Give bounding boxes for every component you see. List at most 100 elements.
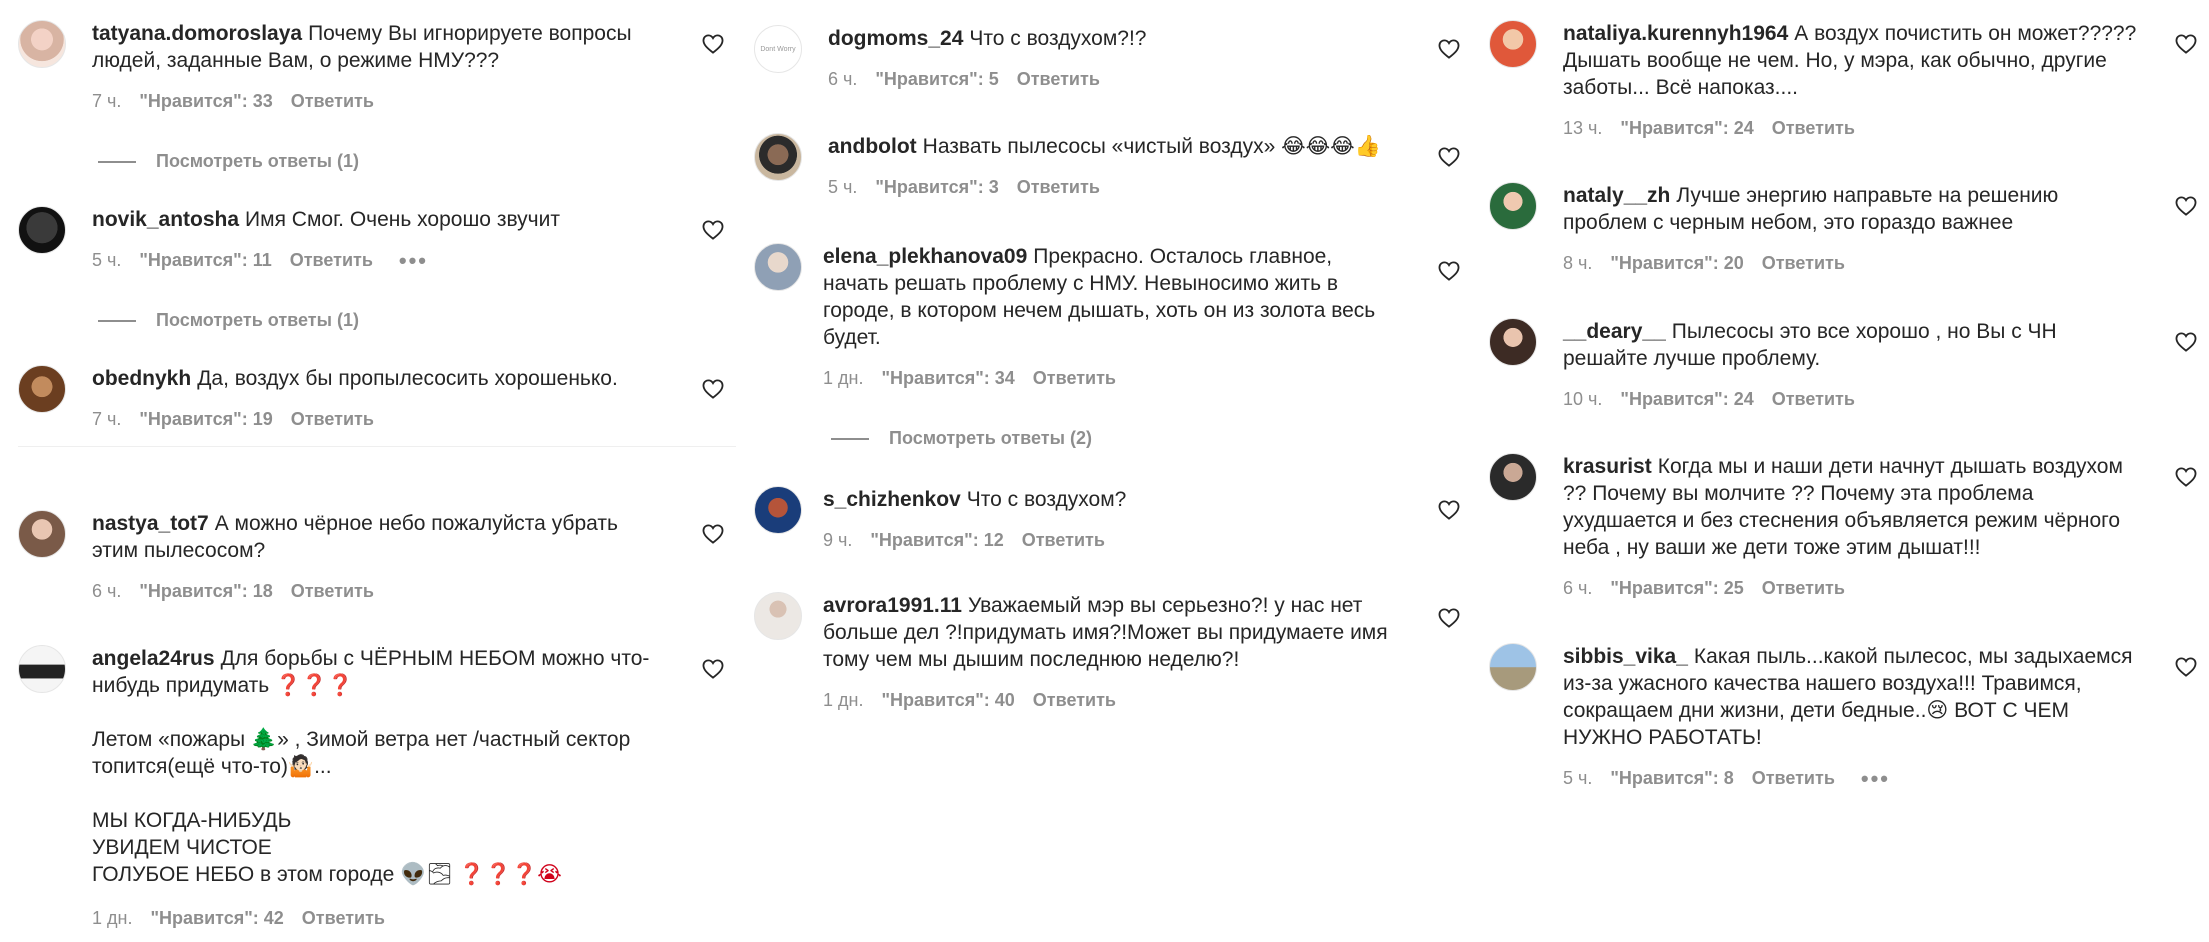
avatar[interactable] — [18, 645, 66, 693]
likes-count[interactable]: "Нравится": 5 — [875, 69, 998, 90]
like-heart-icon[interactable] — [2175, 467, 2197, 487]
like-heart-icon[interactable] — [2175, 196, 2197, 216]
comment-username[interactable]: obednykh — [92, 367, 191, 390]
comment-time[interactable]: 6 ч. — [828, 69, 857, 90]
likes-count[interactable]: "Нравится": 34 — [881, 368, 1014, 389]
like-heart-icon[interactable] — [702, 659, 724, 679]
likes-count[interactable]: "Нравится": 20 — [1610, 253, 1743, 274]
question-marks: ❓❓❓ — [275, 674, 354, 697]
likes-count[interactable]: "Нравится": 42 — [150, 908, 283, 929]
reply-button[interactable]: Ответить — [1022, 530, 1105, 551]
comment-username[interactable]: andbolot — [828, 135, 917, 158]
comment-time[interactable]: 8 ч. — [1563, 253, 1592, 274]
reply-button[interactable]: Ответить — [1033, 690, 1116, 711]
comment-username[interactable]: sibbis_vika_ — [1563, 645, 1688, 668]
reply-button[interactable]: Ответить — [1752, 768, 1835, 789]
comment-time[interactable]: 10 ч. — [1563, 389, 1602, 410]
question-marks: ❓❓❓😭 — [458, 863, 562, 886]
like-heart-icon[interactable] — [1438, 39, 1460, 59]
reply-button[interactable]: Ответить — [1762, 578, 1845, 599]
comment-username[interactable]: tatyana.domoroslaya — [92, 22, 302, 45]
reply-button[interactable]: Ответить — [290, 250, 373, 271]
avatar[interactable] — [1489, 182, 1537, 230]
reply-button[interactable]: Ответить — [291, 91, 374, 112]
likes-count[interactable]: "Нравится": 25 — [1610, 578, 1743, 599]
avatar[interactable] — [18, 20, 66, 68]
comment-time[interactable]: 5 ч. — [1563, 768, 1592, 789]
comment-username[interactable]: nataly__zh — [1563, 184, 1670, 207]
comment-time[interactable]: 5 ч. — [92, 250, 121, 271]
comment-time[interactable]: 1 дн. — [823, 368, 863, 389]
reply-button[interactable]: Ответить — [1017, 177, 1100, 198]
reply-button[interactable]: Ответить — [1762, 253, 1845, 274]
like-heart-icon[interactable] — [1438, 608, 1460, 628]
comment-time[interactable]: 6 ч. — [1563, 578, 1592, 599]
avatar[interactable] — [1489, 643, 1537, 691]
view-replies-button[interactable]: Посмотреть ответы (1) — [98, 151, 359, 172]
reply-button[interactable]: Ответить — [1772, 389, 1855, 410]
likes-count[interactable]: "Нравится": 33 — [139, 91, 272, 112]
avatar[interactable] — [18, 365, 66, 413]
avatar[interactable] — [1489, 453, 1537, 501]
avatar[interactable] — [754, 133, 802, 181]
more-options-icon[interactable]: ••• — [1861, 767, 1890, 789]
comment-username[interactable]: krasurist — [1563, 455, 1652, 478]
likes-count[interactable]: "Нравится": 40 — [881, 690, 1014, 711]
view-replies-button[interactable]: Посмотреть ответы (2) — [831, 428, 1092, 449]
like-heart-icon[interactable] — [2175, 34, 2197, 54]
comment-time[interactable]: 9 ч. — [823, 530, 852, 551]
comment-username[interactable]: novik_antosha — [92, 208, 239, 231]
like-heart-icon[interactable] — [2175, 332, 2197, 352]
likes-count[interactable]: "Нравится": 3 — [875, 177, 998, 198]
comment-username[interactable]: dogmoms_24 — [828, 27, 963, 50]
likes-count[interactable]: "Нравится": 18 — [139, 581, 272, 602]
likes-count[interactable]: "Нравится": 19 — [139, 409, 272, 430]
comment-username[interactable]: angela24rus — [92, 647, 215, 670]
comment-time[interactable]: 6 ч. — [92, 581, 121, 602]
avatar[interactable] — [1489, 318, 1537, 366]
comment-username[interactable]: s_chizhenkov — [823, 488, 961, 511]
comment-time[interactable]: 7 ч. — [92, 91, 121, 112]
like-heart-icon[interactable] — [1438, 261, 1460, 281]
likes-count[interactable]: "Нравится": 11 — [139, 250, 271, 271]
comment-username[interactable]: nastya_tot7 — [92, 512, 209, 535]
likes-count[interactable]: "Нравится": 24 — [1620, 389, 1753, 410]
reply-button[interactable]: Ответить — [302, 908, 385, 929]
likes-count[interactable]: "Нравится": 24 — [1620, 118, 1753, 139]
avatar[interactable]: Dont Worry — [754, 25, 802, 73]
comment-time[interactable]: 7 ч. — [92, 409, 121, 430]
view-replies-button[interactable]: Посмотреть ответы (1) — [98, 310, 359, 331]
column-divider — [18, 446, 736, 447]
like-heart-icon[interactable] — [702, 379, 724, 399]
like-heart-icon[interactable] — [702, 34, 724, 54]
comment-time[interactable]: 1 дн. — [823, 690, 863, 711]
like-heart-icon[interactable] — [702, 220, 724, 240]
like-heart-icon[interactable] — [1438, 147, 1460, 167]
like-heart-icon[interactable] — [702, 524, 724, 544]
avatar[interactable] — [18, 206, 66, 254]
comment-username[interactable]: elena_plekhanova09 — [823, 245, 1027, 268]
reply-button[interactable]: Ответить — [1033, 368, 1116, 389]
reply-button[interactable]: Ответить — [1017, 69, 1100, 90]
avatar[interactable] — [754, 486, 802, 534]
comment-time[interactable]: 5 ч. — [828, 177, 857, 198]
comment-username[interactable]: avrora1991.11 — [823, 594, 962, 617]
avatar[interactable] — [754, 243, 802, 291]
likes-count[interactable]: "Нравится": 8 — [1610, 768, 1733, 789]
comment-text-line: Летом «пожары 🌲» , Зимой ветра нет /част… — [92, 728, 631, 778]
comment-username[interactable]: __deary__ — [1563, 320, 1666, 343]
likes-count[interactable]: "Нравится": 12 — [870, 530, 1003, 551]
comment-time[interactable]: 13 ч. — [1563, 118, 1602, 139]
avatar[interactable] — [1489, 20, 1537, 68]
more-options-icon[interactable]: ••• — [399, 249, 428, 271]
avatar[interactable] — [754, 592, 802, 640]
reply-button[interactable]: Ответить — [291, 581, 374, 602]
comment-username[interactable]: nataliya.kurennyh1964 — [1563, 22, 1788, 45]
like-heart-icon[interactable] — [2175, 657, 2197, 677]
like-heart-icon[interactable] — [1438, 500, 1460, 520]
reply-button[interactable]: Ответить — [291, 409, 374, 430]
comment-text: Да, воздух бы пропылесосить хорошенько. — [197, 367, 618, 390]
reply-button[interactable]: Ответить — [1772, 118, 1855, 139]
avatar[interactable] — [18, 510, 66, 558]
comment-time[interactable]: 1 дн. — [92, 908, 132, 929]
